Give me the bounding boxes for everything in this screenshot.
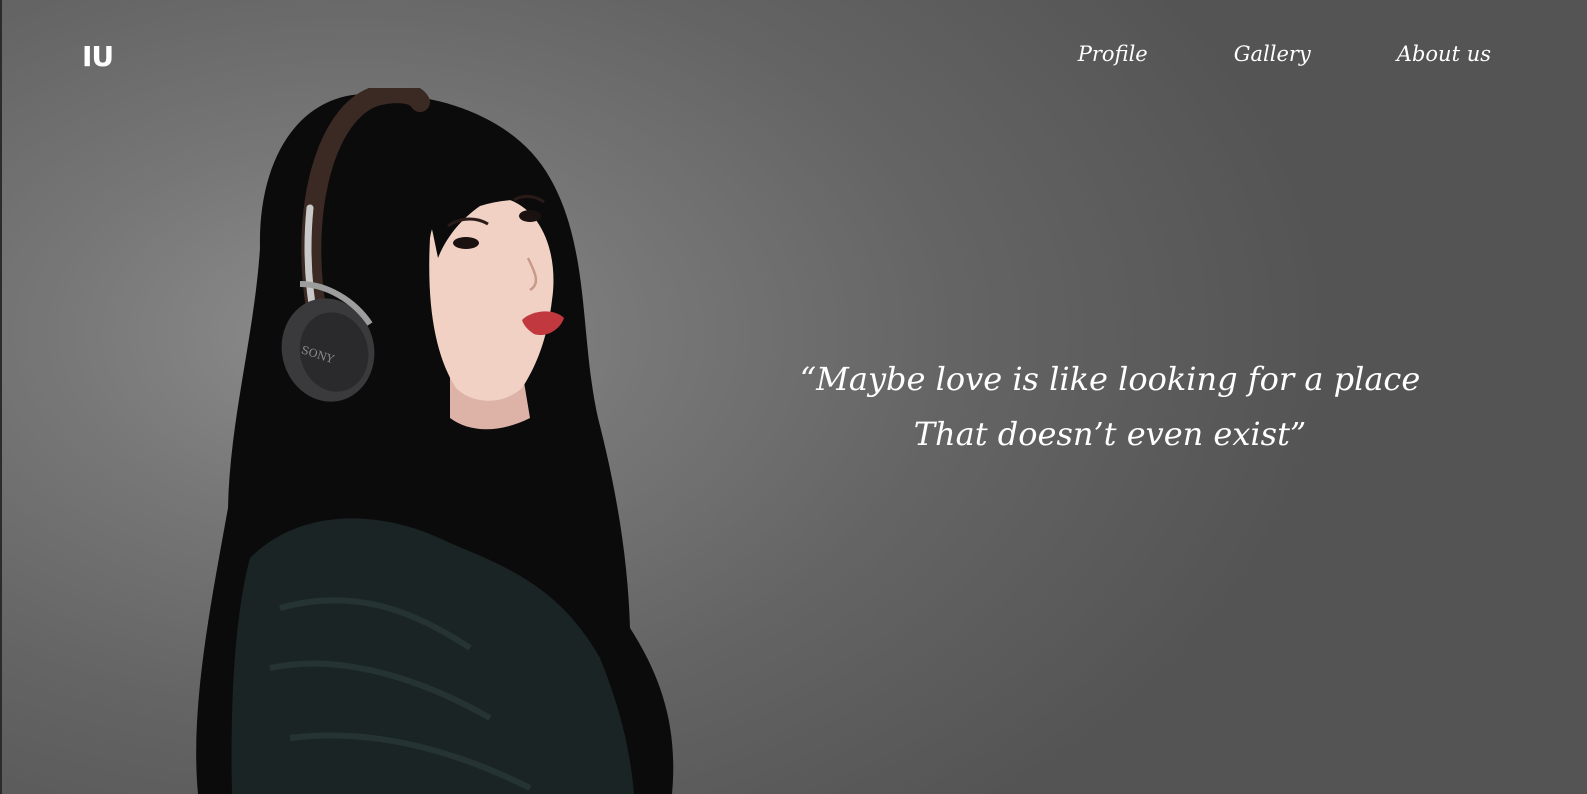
site-logo[interactable]: IU (82, 40, 114, 73)
left-edge-rule (0, 0, 2, 794)
main-nav: Profile Gallery About us (1078, 42, 1491, 66)
nav-link-about-us[interactable]: About us (1397, 42, 1491, 66)
hero-quote: “Maybe love is like looking for a place … (760, 352, 1460, 462)
nav-link-profile[interactable]: Profile (1078, 42, 1148, 66)
hero-quote-line-1: “Maybe love is like looking for a place (799, 360, 1421, 398)
nav-link-gallery[interactable]: Gallery (1234, 42, 1311, 66)
hero-portrait-image: SONY (196, 88, 674, 794)
hero-quote-line-2: That doesn’t even exist” (913, 415, 1307, 453)
eye-left (453, 237, 479, 249)
eye-right (519, 210, 541, 222)
